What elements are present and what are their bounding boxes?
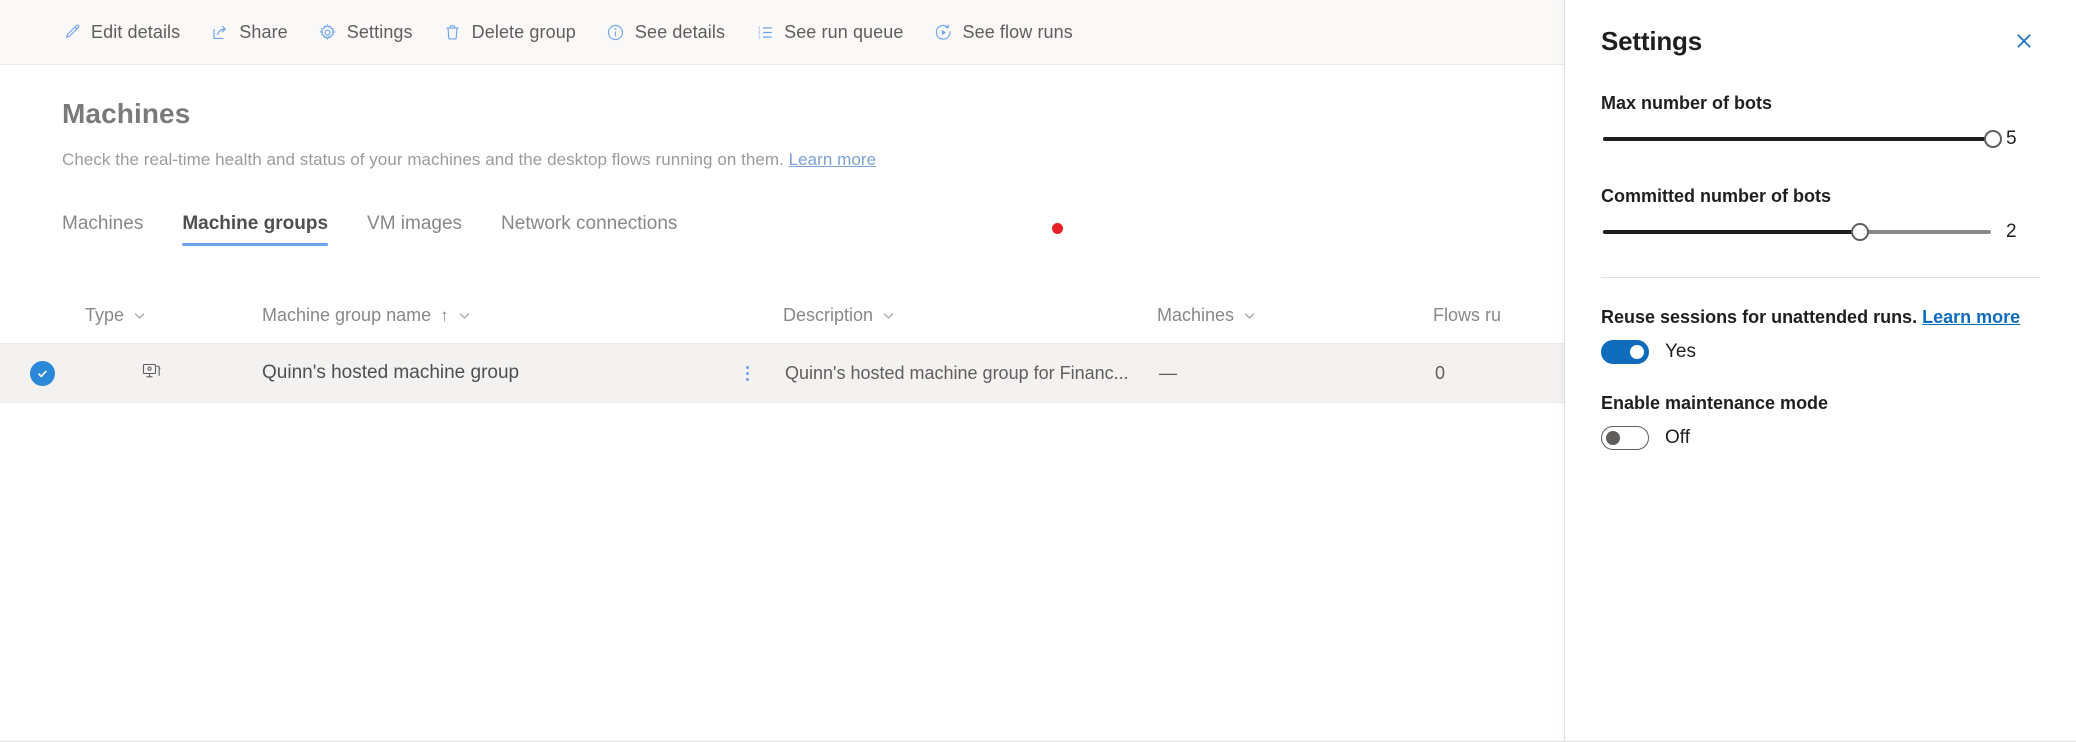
committed-bots-value: 2 [2006,221,2017,242]
max-bots-slider-thumb[interactable] [1984,130,2002,148]
tab-machine-groups[interactable]: Machine groups [182,213,328,246]
page-title: Machines [62,98,191,129]
column-header-flows-running[interactable]: Flows ru [1433,305,1564,326]
command-delete-group-label: Delete group [471,21,576,42]
max-bots-label: Max number of bots [1601,93,1773,113]
maintenance-mode-toggle-row: Off [1601,426,2040,450]
tab-machines[interactable]: Machines [62,213,143,246]
max-bots-slider-fill [1603,137,1995,141]
app-root: Edit details Share Settings Delete group… [0,0,2076,742]
chevron-down-icon [458,309,471,322]
command-edit-details[interactable]: Edit details [50,10,192,54]
column-header-machine-group-name[interactable]: Machine group name ↑ [262,305,783,326]
committed-bots-slider[interactable] [1601,222,1993,242]
command-see-run-queue-label: See run queue [784,21,904,42]
maintenance-mode-toggle-knob [1606,431,1620,445]
column-header-machines-label: Machines [1157,305,1235,325]
reuse-sessions-state: Yes [1665,341,1696,362]
column-header-type-label: Type [85,305,125,325]
list-numbered-icon: 1 2 3 [755,22,775,42]
reuse-sessions-toggle-row: Yes [1601,340,2040,364]
maintenance-mode-label: Enable maintenance mode [1601,393,1829,413]
reuse-sessions-toggle-knob [1630,345,1644,359]
row-select-cell [0,360,85,386]
command-see-details-label: See details [634,21,726,42]
command-delete-group[interactable]: Delete group [431,10,588,54]
row-checkbox-checked-icon[interactable] [30,360,55,386]
command-see-run-queue[interactable]: 1 2 3 See run queue [743,10,915,54]
machine-groups-table: Type Machine group name ↑ Description Ma… [0,288,1564,403]
chevron-down-icon [882,309,895,322]
command-edit-details-label: Edit details [91,21,181,42]
column-header-description[interactable]: Description [783,305,1157,326]
column-header-description-label: Description [783,305,874,325]
settings-panel: Settings Max number of bots 5 Committed … [1564,0,2076,742]
command-bar: Edit details Share Settings Delete group… [0,0,1564,65]
row-flows-running-count: 0 [1435,362,1446,383]
svg-text:3: 3 [758,34,761,39]
sort-ascending-icon: ↑ [440,305,449,325]
reuse-sessions-label: Reuse sessions for unattended runs. Lear… [1601,307,2040,328]
page-body: Machines Check the real-time health and … [0,98,1564,403]
trash-icon [443,22,463,42]
column-header-flows-running-label: Flows ru [1433,305,1502,325]
play-circle-icon [934,22,954,42]
row-machines-count: — [1159,362,1177,383]
committed-bots-label: Committed number of bots [1601,186,1831,206]
tab-network-connections[interactable]: Network connections [501,213,677,246]
max-bots-slider[interactable] [1601,129,2002,149]
committed-bots-slider-row: 2 [1601,221,2040,243]
tab-vm-images[interactable]: VM images [367,213,462,246]
gear-icon [318,22,338,42]
maintenance-mode-toggle[interactable] [1601,426,1649,450]
row-type-cell [85,359,262,388]
page-subtitle: Check the real-time health and status of… [62,150,1564,170]
row-more-options-icon[interactable] [740,365,755,381]
settings-panel-title: Settings [1601,25,1702,56]
table-row[interactable]: Quinn's hosted machine group Quinn's hos… [0,344,1564,403]
table-header-row: Type Machine group name ↑ Description Ma… [0,288,1564,344]
reuse-sessions-toggle[interactable] [1601,340,1649,364]
committed-bots-slider-fill [1603,230,1862,234]
reuse-sessions-learn-more-link[interactable]: Learn more [1922,307,2020,327]
pencil-icon [62,22,82,42]
notification-dot [1052,223,1063,234]
command-settings[interactable]: Settings [306,10,425,54]
machine-group-icon [85,359,164,383]
row-machine-group-name-cell: Quinn's hosted machine group [262,362,783,384]
command-see-details[interactable]: See details [594,10,737,54]
chevron-down-icon [133,309,146,322]
settings-panel-divider [1601,277,2040,278]
maintenance-mode-state: Off [1665,427,1690,448]
committed-bots-slider-thumb[interactable] [1850,223,1869,241]
column-header-type[interactable]: Type [85,305,262,326]
command-share-label: Share [239,21,288,42]
chevron-down-icon [1243,309,1256,322]
column-header-machine-group-name-label: Machine group name [262,305,432,325]
page-learn-more-link[interactable]: Learn more [789,150,876,169]
info-icon [606,22,626,42]
column-header-machines[interactable]: Machines [1157,305,1433,326]
close-icon[interactable] [2008,25,2040,57]
share-icon [210,22,230,42]
max-bots-slider-row: 5 [1601,128,2040,150]
row-machine-group-name[interactable]: Quinn's hosted machine group [262,362,519,384]
row-description: Quinn's hosted machine group for Financ.… [785,362,1129,383]
command-settings-label: Settings [346,21,413,42]
main-content-area: Edit details Share Settings Delete group… [0,0,1564,742]
command-see-flow-runs[interactable]: See flow runs [922,10,1085,54]
tab-list: Machines Machine groups VM images Networ… [62,202,1564,246]
reuse-sessions-label-text: Reuse sessions for unattended runs. [1601,307,1918,327]
page-subtitle-text: Check the real-time health and status of… [62,150,784,169]
command-see-flow-runs-label: See flow runs [962,21,1073,42]
command-share[interactable]: Share [198,10,300,54]
settings-panel-header: Settings [1601,0,2040,57]
